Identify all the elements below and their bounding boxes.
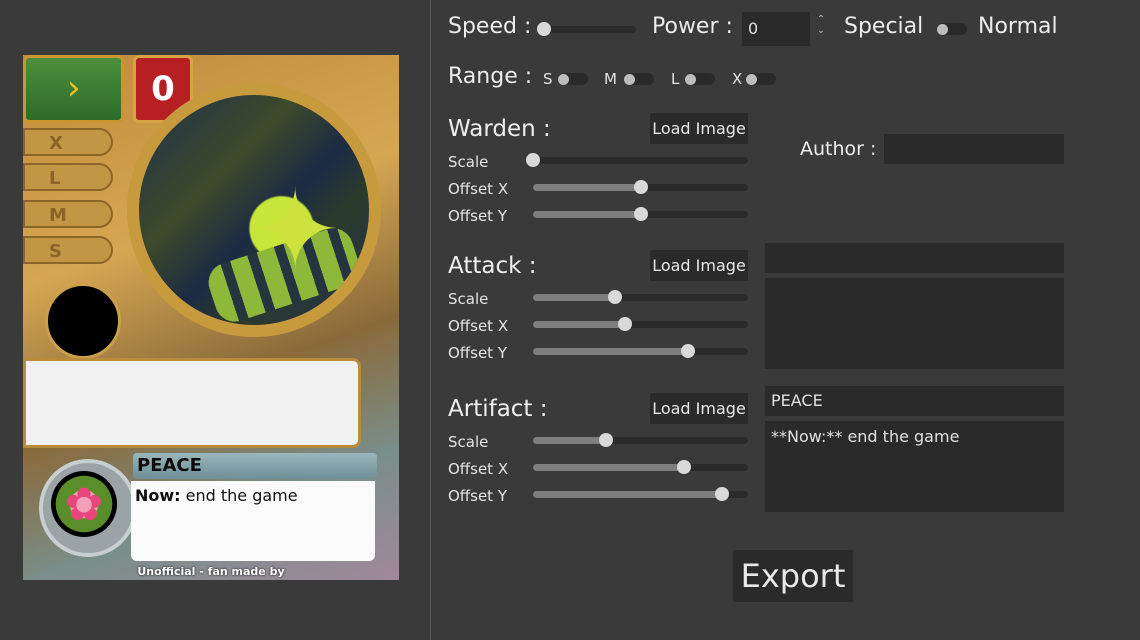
artifact-name-input[interactable]: PEACE bbox=[765, 386, 1064, 416]
artifact-description: Now: end the game bbox=[131, 481, 375, 561]
slider-fill bbox=[533, 491, 723, 498]
power-stepper[interactable]: ⌃ ⌄ bbox=[815, 14, 827, 36]
export-button[interactable]: Export bbox=[733, 550, 853, 602]
attack-text-area[interactable] bbox=[765, 278, 1064, 369]
warden-offset-x-slider[interactable] bbox=[533, 180, 748, 194]
power-input[interactable]: 0 bbox=[742, 12, 810, 46]
toggle-knob[interactable] bbox=[685, 73, 696, 85]
range-x-toggle[interactable] bbox=[746, 73, 776, 85]
artifact-text-area[interactable]: **Now:** end the game bbox=[765, 421, 1064, 512]
chevron-down-icon[interactable]: ⌄ bbox=[815, 25, 827, 36]
slider-knob[interactable] bbox=[607, 290, 622, 304]
warden-load-image-button[interactable]: Load Image bbox=[650, 113, 748, 144]
slider-knob[interactable] bbox=[599, 433, 614, 447]
speed-slider-knob[interactable] bbox=[537, 22, 551, 36]
special-slot bbox=[45, 283, 121, 359]
range-label: Range : bbox=[448, 64, 533, 89]
slider-knob[interactable] bbox=[633, 180, 648, 194]
card-preview: › 0 X L M S ✦ ✿ PEACE Now: end the game … bbox=[23, 55, 399, 580]
attack-offset-x-slider[interactable] bbox=[533, 317, 748, 331]
artifact-offset-x-slider[interactable] bbox=[533, 460, 748, 474]
slider-knob[interactable] bbox=[676, 460, 691, 474]
attack-scale-label: Scale bbox=[448, 290, 489, 308]
chevron-right-icon: › bbox=[67, 68, 81, 108]
author-label: Author : bbox=[800, 138, 877, 160]
attack-scale-slider[interactable] bbox=[533, 290, 748, 304]
special-normal-toggle[interactable] bbox=[937, 23, 967, 35]
slider-fill bbox=[533, 294, 615, 301]
range-m-toggle[interactable] bbox=[624, 73, 654, 85]
power-label: Power : bbox=[652, 14, 733, 39]
normal-label: Normal bbox=[978, 14, 1058, 39]
flower-icon: ✿ bbox=[51, 471, 117, 537]
warden-offset-y-slider[interactable] bbox=[533, 207, 748, 221]
star-burst-icon: ✦ bbox=[249, 166, 342, 294]
speed-slider[interactable] bbox=[537, 22, 636, 36]
range-x-label: X bbox=[732, 70, 743, 88]
artifact-scale-slider[interactable] bbox=[533, 433, 748, 447]
panel-divider bbox=[430, 0, 431, 640]
slider-fill bbox=[533, 464, 684, 471]
artifact-load-image-button[interactable]: Load Image bbox=[650, 393, 748, 424]
slider-fill bbox=[533, 184, 641, 191]
range-tab-x: X bbox=[23, 128, 113, 156]
warden-offset-y-label: Offset Y bbox=[448, 207, 507, 225]
artifact-offset-y-slider[interactable] bbox=[533, 487, 748, 501]
artifact-title: Artifact : bbox=[448, 396, 548, 422]
warden-scale-slider[interactable] bbox=[526, 153, 748, 167]
artifact-offset-x-label: Offset X bbox=[448, 460, 509, 478]
toggle-knob[interactable] bbox=[558, 73, 569, 85]
artifact-scale-label: Scale bbox=[448, 433, 489, 451]
toggle-knob[interactable] bbox=[624, 73, 635, 85]
range-s-toggle[interactable] bbox=[558, 73, 588, 85]
toggle-knob[interactable] bbox=[937, 23, 948, 35]
warden-scale-label: Scale bbox=[448, 153, 489, 171]
chevron-up-icon[interactable]: ⌃ bbox=[815, 14, 827, 25]
slider-fill bbox=[533, 348, 688, 355]
artifact-offset-y-label: Offset Y bbox=[448, 487, 507, 505]
range-l-label: L bbox=[671, 70, 680, 88]
slider-fill bbox=[533, 437, 607, 444]
slider-fill bbox=[533, 321, 626, 328]
range-tab-s: S bbox=[23, 236, 113, 264]
attack-text-box bbox=[23, 358, 361, 448]
slider-knob[interactable] bbox=[633, 207, 648, 221]
slider-knob[interactable] bbox=[618, 317, 633, 331]
warden-offset-x-label: Offset X bbox=[448, 180, 509, 198]
range-l-toggle[interactable] bbox=[685, 73, 715, 85]
artifact-desc-rest: end the game bbox=[180, 486, 298, 505]
warden-artwork: ✦ bbox=[127, 83, 381, 337]
attack-offset-x-label: Offset X bbox=[448, 317, 509, 335]
attack-load-image-button[interactable]: Load Image bbox=[650, 250, 748, 281]
attack-offset-y-slider[interactable] bbox=[533, 344, 748, 358]
attack-name-input[interactable] bbox=[765, 243, 1064, 273]
slider-knob[interactable] bbox=[715, 487, 730, 501]
artifact-name: PEACE bbox=[133, 453, 377, 479]
author-input[interactable] bbox=[884, 134, 1064, 164]
range-tab-l: L bbox=[23, 163, 113, 191]
range-tab-m: M bbox=[23, 200, 113, 228]
range-s-label: S bbox=[543, 70, 553, 88]
slider-fill bbox=[533, 211, 641, 218]
speed-label: Speed : bbox=[448, 14, 532, 39]
slider-knob[interactable] bbox=[680, 344, 695, 358]
card-footer-note: Unofficial - fan made by bbox=[137, 565, 285, 578]
special-label: Special bbox=[844, 14, 924, 39]
range-m-label: M bbox=[604, 70, 617, 88]
slider-knob[interactable] bbox=[526, 153, 540, 167]
toggle-knob[interactable] bbox=[746, 73, 757, 85]
attack-title: Attack : bbox=[448, 253, 537, 279]
attack-offset-y-label: Offset Y bbox=[448, 344, 507, 362]
warden-title: Warden : bbox=[448, 116, 551, 142]
artifact-desc-bold: Now: bbox=[135, 486, 181, 505]
